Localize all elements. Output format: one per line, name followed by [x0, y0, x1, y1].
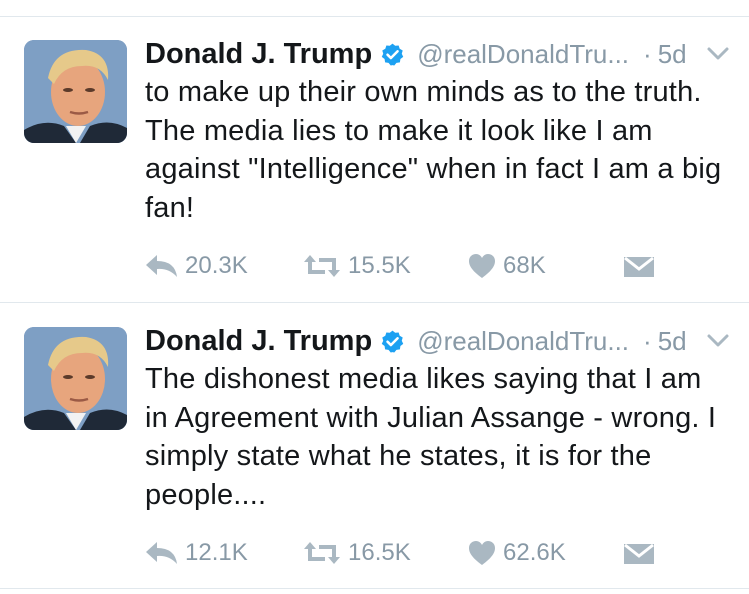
- action-bar: 20.3K 15.5K 68K: [145, 249, 665, 283]
- retweet-icon: [304, 255, 340, 277]
- tweet-text: The dishonest media likes saying that I …: [145, 363, 717, 511]
- reply-icon: [146, 255, 177, 277]
- retweet-button[interactable]: 16.5K: [303, 536, 411, 570]
- timestamp[interactable]: 5d: [658, 326, 687, 357]
- top-divider: [0, 16, 749, 17]
- chevron-down-icon[interactable]: [706, 333, 730, 349]
- verified-badge-icon: [381, 43, 404, 66]
- like-count: 68K: [503, 252, 546, 279]
- avatar[interactable]: [24, 327, 127, 430]
- retweet-count: 15.5K: [348, 252, 411, 279]
- tweet-text: to make up their own minds as to the tru…: [145, 76, 722, 224]
- reply-button[interactable]: 12.1K: [145, 536, 248, 570]
- separator-dot: ·: [643, 325, 652, 356]
- author-handle[interactable]: @realDonaldTru...: [417, 39, 629, 70]
- chevron-down-icon[interactable]: [706, 46, 730, 62]
- retweet-button[interactable]: 15.5K: [303, 249, 411, 283]
- avatar[interactable]: [24, 40, 127, 143]
- reply-icon: [146, 542, 177, 564]
- heart-icon: [469, 541, 495, 565]
- like-button[interactable]: 62.6K: [468, 536, 566, 570]
- separator-dot: ·: [643, 38, 652, 69]
- tweet-header: Donald J. Trump @realDonaldTru... · 5d: [145, 323, 687, 359]
- action-bar: 12.1K 16.5K 62.6K: [145, 536, 665, 570]
- like-button[interactable]: 68K: [468, 249, 546, 283]
- tweet-header: Donald J. Trump @realDonaldTru... · 5d: [145, 36, 687, 72]
- reply-count: 12.1K: [185, 539, 248, 566]
- like-count: 62.6K: [503, 539, 566, 566]
- tweet-divider: [0, 302, 749, 303]
- heart-icon: [469, 254, 495, 278]
- direct-message-button[interactable]: [623, 249, 655, 283]
- retweet-icon: [304, 542, 340, 564]
- verified-badge-icon: [381, 330, 404, 353]
- author-name[interactable]: Donald J. Trump: [145, 325, 372, 358]
- reply-count: 20.3K: [185, 252, 248, 279]
- direct-message-icon: [624, 543, 654, 564]
- retweet-count: 16.5K: [348, 539, 411, 566]
- direct-message-icon: [624, 256, 654, 277]
- bottom-divider: [0, 588, 749, 589]
- avatar-image: [24, 40, 127, 143]
- author-handle[interactable]: @realDonaldTru...: [417, 326, 629, 357]
- avatar-image: [24, 327, 127, 430]
- timestamp[interactable]: 5d: [658, 39, 687, 70]
- direct-message-button[interactable]: [623, 536, 655, 570]
- reply-button[interactable]: 20.3K: [145, 249, 248, 283]
- author-name[interactable]: Donald J. Trump: [145, 38, 372, 71]
